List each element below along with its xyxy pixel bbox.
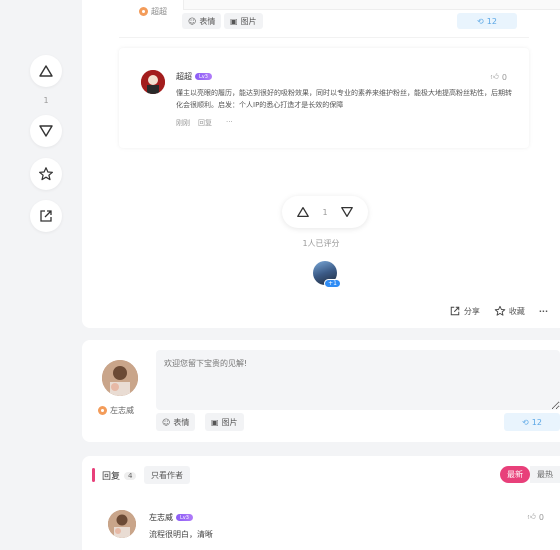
favorite-action[interactable]: 收藏	[494, 305, 525, 317]
previous-input-box[interactable]	[183, 0, 560, 10]
current-user-name: 左志威	[110, 406, 134, 415]
avatar-image	[108, 510, 136, 538]
star-icon	[39, 167, 53, 181]
reply-author: 超超 Lv3	[176, 71, 212, 82]
previous-author: 超超	[139, 6, 167, 17]
level-badge: Lv3	[195, 73, 212, 80]
thumbs-up-icon: 👍︎	[527, 512, 536, 521]
triangle-up-icon	[39, 65, 53, 77]
image-button[interactable]: ▣ 图片	[224, 13, 263, 29]
send-button[interactable]: ⟲ 12	[504, 413, 560, 431]
list-item-text: 流程很明白，清晰	[149, 530, 213, 539]
replies-title: 回复 4	[102, 469, 137, 482]
share-icon	[450, 306, 460, 316]
reply-meta: 刚刚 回复 ···	[176, 118, 233, 128]
image-label: 图片	[240, 16, 257, 26]
medal-icon	[139, 7, 148, 16]
rater-plus-badge: +1	[324, 279, 341, 288]
favorite-label: 收藏	[508, 306, 525, 316]
more-actions-button[interactable]: ···	[539, 307, 548, 316]
emoji-label: 表情	[173, 417, 190, 427]
upvote-button[interactable]	[30, 55, 62, 87]
send-button[interactable]: ⟲ 12	[457, 13, 517, 29]
downvote-button[interactable]	[30, 115, 62, 147]
post-actions: 分享 收藏 ···	[449, 305, 548, 317]
triangle-down-icon	[39, 125, 53, 137]
share-button[interactable]	[30, 200, 62, 232]
replies-title-text: 回复	[102, 472, 121, 482]
more-button[interactable]: ···	[226, 118, 233, 128]
avatar-image	[141, 70, 165, 94]
medal-icon	[98, 406, 107, 415]
like-count: 0	[501, 72, 507, 82]
share-icon	[40, 210, 52, 222]
reply-time: 刚刚	[176, 119, 190, 127]
vote-count: 1	[43, 96, 49, 105]
vote-widget: 1	[282, 196, 368, 228]
rater-avatar[interactable]: +1	[313, 261, 341, 288]
smile-icon: ☺	[188, 16, 197, 26]
previous-author-name: 超超	[151, 7, 167, 16]
share-action[interactable]: 分享	[449, 305, 480, 317]
rated-text: 1人已评分	[302, 239, 340, 248]
emoji-button[interactable]: ☺ 表情	[156, 413, 196, 431]
image-icon: ▣	[230, 16, 238, 26]
image-button[interactable]: ▣ 图片	[205, 413, 244, 431]
level-badge: Lv3	[176, 514, 193, 521]
sort-hottest-button[interactable]: 最热	[530, 466, 560, 483]
post-card: 超超 ☺ 表情 ▣ 图片 ⟲ 12 超超 Lv3 👍︎ 0 懂主以亮眼的履历，能…	[82, 0, 560, 328]
share-label: 分享	[463, 306, 480, 316]
avatar-image	[102, 360, 138, 396]
list-item-author: 左志威 Lv3	[149, 512, 193, 523]
comment-input[interactable]	[156, 350, 560, 410]
replies-section: 回复 4 只看作者 最新 最热 左志威 Lv3 流程很明白，清晰 👍︎ 0	[82, 456, 560, 550]
send-count: 12	[486, 16, 497, 26]
list-item-author-name[interactable]: 左志威	[149, 512, 173, 523]
favorite-button[interactable]	[30, 158, 62, 190]
like-button[interactable]: 👍︎ 0	[528, 512, 544, 522]
triangle-up-icon[interactable]	[296, 205, 310, 219]
image-label: 图片	[221, 417, 238, 427]
current-user: 左志威	[98, 405, 134, 416]
comment-composer: 左志威 ☺ 表情 ▣ 图片 ⟲ 12	[82, 340, 560, 442]
only-author-button[interactable]: 只看作者	[144, 466, 190, 484]
reply-text: 懂主以亮眼的履历，能达到很好的吸粉效果，同时以专业的素养来维护粉丝，能极大地提高…	[176, 89, 512, 109]
avatar[interactable]	[102, 360, 138, 396]
thumbs-up-icon: 👍︎	[490, 72, 499, 81]
previous-comment-composer: 超超 ☺ 表情 ▣ 图片 ⟲ 12	[119, 0, 560, 38]
send-icon: ⟲	[522, 417, 529, 427]
avatar[interactable]	[141, 70, 165, 94]
smile-icon: ☺	[162, 417, 171, 427]
emoji-button[interactable]: ☺ 表情	[182, 13, 222, 29]
section-accent-bar	[92, 468, 95, 482]
reply-author-name[interactable]: 超超	[176, 71, 192, 82]
sort-toggle: 最新 最热	[500, 466, 560, 483]
reply-button[interactable]: 回复	[198, 118, 212, 128]
reply-card: 超超 Lv3 👍︎ 0 懂主以亮眼的履历，能达到很好的吸粉效果，同时以专业的素养…	[119, 48, 529, 148]
avatar[interactable]	[108, 510, 136, 538]
replies-count-badge: 4	[124, 471, 137, 480]
send-count: 12	[531, 417, 542, 427]
like-button[interactable]: 👍︎ 0	[491, 72, 507, 82]
triangle-down-icon[interactable]	[340, 205, 354, 219]
star-icon	[494, 305, 506, 316]
image-icon: ▣	[211, 417, 219, 427]
emoji-label: 表情	[199, 16, 216, 26]
like-count: 0	[538, 512, 544, 522]
vote-count: 1	[322, 207, 328, 217]
send-icon: ⟲	[477, 16, 484, 26]
sort-newest-button[interactable]: 最新	[500, 466, 530, 483]
